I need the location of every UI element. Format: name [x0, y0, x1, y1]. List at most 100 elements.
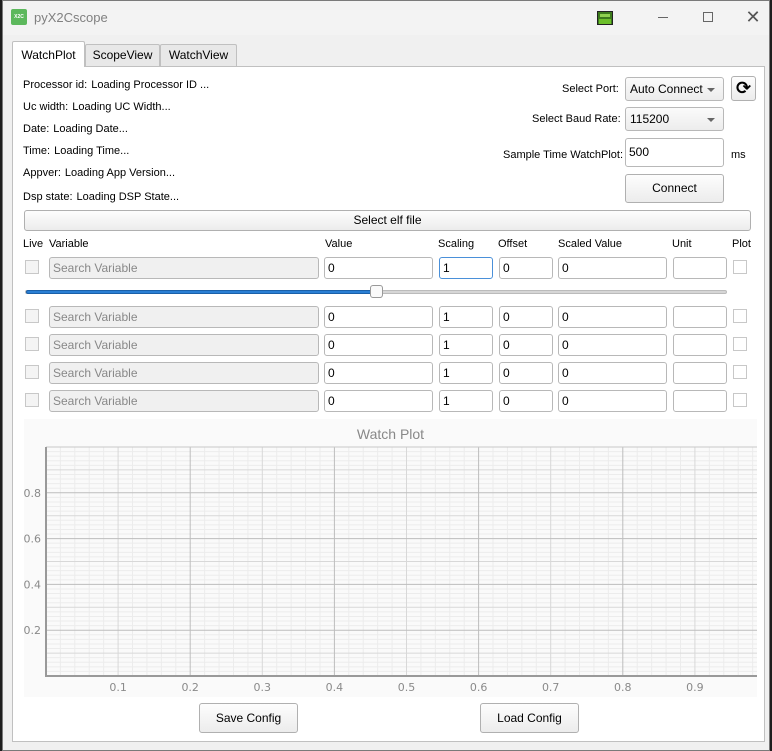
- y-tick-label: 0.4: [24, 578, 41, 591]
- x2c-board-icon[interactable]: [597, 11, 613, 25]
- dsp-state-value: Loading DSP State...: [76, 191, 180, 203]
- x-tick-label: 0.6: [470, 681, 488, 694]
- variable-search-input[interactable]: Search Variable: [49, 306, 319, 328]
- x2c-icon: X2C: [11, 9, 27, 25]
- x-tick-label: 0.2: [181, 681, 199, 694]
- processor-id-row: Processor id: Loading Processor ID ...: [23, 79, 209, 91]
- refresh-icon: ⟳: [735, 78, 752, 98]
- variable-search-input[interactable]: Search Variable: [49, 334, 319, 356]
- x-tick-label: 0.4: [326, 681, 344, 694]
- variable-search-input[interactable]: Search Variable: [49, 362, 319, 384]
- window-title: pyX2Cscope: [34, 10, 108, 25]
- maximize-button[interactable]: [688, 5, 728, 29]
- select-port-label: Select Port:: [562, 83, 619, 95]
- plot-checkbox[interactable]: [733, 393, 747, 407]
- scaled-value-input[interactable]: 0: [558, 257, 667, 279]
- scaled-value-input[interactable]: 0: [558, 390, 667, 412]
- header-unit: Unit: [672, 238, 692, 250]
- offset-input[interactable]: 0: [499, 306, 553, 328]
- time-label: Time:: [23, 145, 51, 157]
- live-checkbox[interactable]: [25, 365, 39, 379]
- chevron-down-icon: [707, 118, 715, 122]
- live-checkbox[interactable]: [25, 337, 39, 351]
- live-checkbox[interactable]: [25, 260, 39, 274]
- tab-watchplot[interactable]: WatchPlot: [12, 41, 85, 67]
- plot-canvas[interactable]: 0.1 0.2 0.3 0.4 0.5 0.6 0.7 0.8 0.9 0.2 0.4 0.6 0.8: [24, 419, 768, 697]
- value-input[interactable]: 0: [324, 334, 433, 356]
- connect-button[interactable]: Connect: [625, 174, 724, 203]
- y-tick-label: 0.6: [24, 533, 41, 546]
- app-window: X2C pyX2Cscope ✕ WatchPlot ScopeView Wat…: [2, 0, 770, 751]
- x-tick-label: 0.1: [109, 681, 127, 694]
- y-tick-label: 0.2: [24, 624, 41, 637]
- processor-id-value: Loading Processor ID ...: [91, 79, 210, 91]
- sample-time-input[interactable]: 500: [625, 138, 724, 167]
- close-button[interactable]: ✕: [733, 5, 772, 29]
- dsp-state-label: Dsp state:: [23, 191, 73, 203]
- sample-time-label: Sample Time WatchPlot:: [503, 149, 624, 161]
- live-checkbox[interactable]: [25, 309, 39, 323]
- x-tick-label: 0.8: [614, 681, 632, 694]
- unit-input[interactable]: [673, 257, 727, 279]
- header-live: Live: [23, 238, 44, 250]
- offset-input[interactable]: 0: [499, 334, 553, 356]
- value-input[interactable]: 0: [324, 257, 433, 279]
- variable-search-input[interactable]: Search Variable: [49, 390, 319, 412]
- unit-input[interactable]: [673, 362, 727, 384]
- unit-input[interactable]: [673, 334, 727, 356]
- plot-checkbox[interactable]: [733, 337, 747, 351]
- header-scaling: Scaling: [438, 238, 475, 250]
- time-row: Time: Loading Time...: [23, 145, 129, 157]
- value-input[interactable]: 0: [324, 390, 433, 412]
- scaling-input[interactable]: 1: [439, 334, 493, 356]
- scaled-value-input[interactable]: 0: [558, 362, 667, 384]
- processor-id-label: Processor id:: [23, 79, 88, 91]
- minimize-icon: [658, 16, 668, 18]
- port-select[interactable]: Auto Connect: [625, 77, 724, 101]
- plot-checkbox[interactable]: [733, 365, 747, 379]
- time-value: Loading Time...: [54, 145, 130, 157]
- scaling-input[interactable]: 1: [439, 390, 493, 412]
- tab-watchview[interactable]: WatchView: [160, 44, 237, 66]
- baud-rate-value: 115200: [630, 112, 670, 126]
- live-checkbox[interactable]: [25, 393, 39, 407]
- scaled-value-input[interactable]: 0: [558, 306, 667, 328]
- offset-input[interactable]: 0: [499, 390, 553, 412]
- refresh-button[interactable]: ⟳: [731, 76, 756, 101]
- save-config-button[interactable]: Save Config: [199, 703, 298, 733]
- baud-rate-select[interactable]: 115200: [625, 107, 724, 131]
- offset-input[interactable]: 0: [499, 257, 553, 279]
- scaling-input[interactable]: 1: [439, 257, 493, 279]
- watch-plot[interactable]: Watch Plot 0.1 0.2 0.3 0.4 0.5 0.6 0.7 0.8 0.9 0.…: [24, 419, 768, 697]
- date-value: Loading Date...: [53, 123, 128, 135]
- plot-checkbox[interactable]: [733, 309, 747, 323]
- x-tick-label: 0.9: [686, 681, 704, 694]
- x-tick-label: 0.7: [542, 681, 560, 694]
- load-config-button[interactable]: Load Config: [480, 703, 579, 733]
- scaling-input[interactable]: 1: [439, 306, 493, 328]
- value-input[interactable]: 0: [324, 306, 433, 328]
- appver-value: Loading App Version...: [64, 167, 176, 179]
- slider-handle[interactable]: [370, 285, 383, 298]
- unit-input[interactable]: [673, 306, 727, 328]
- x-tick-label: 0.3: [254, 681, 271, 694]
- uc-width-value: Loading UC Width...: [72, 101, 171, 113]
- minimize-button[interactable]: [643, 5, 683, 29]
- appver-label: Appver:: [23, 167, 61, 179]
- y-tick-label: 0.8: [24, 487, 41, 500]
- variable-search-input[interactable]: Search Variable: [49, 257, 319, 279]
- scaled-value-input[interactable]: 0: [558, 334, 667, 356]
- sample-time-unit: ms: [731, 149, 746, 161]
- chevron-down-icon: [707, 88, 715, 92]
- appver-row: Appver: Loading App Version...: [23, 167, 175, 179]
- tab-scopeview[interactable]: ScopeView: [85, 44, 160, 66]
- offset-input[interactable]: 0: [499, 362, 553, 384]
- header-variable: Variable: [49, 238, 89, 250]
- scaling-input[interactable]: 1: [439, 362, 493, 384]
- slider-fill: [26, 290, 377, 294]
- value-input[interactable]: 0: [324, 362, 433, 384]
- header-value: Value: [325, 238, 353, 250]
- plot-checkbox[interactable]: [733, 260, 747, 274]
- unit-input[interactable]: [673, 390, 727, 412]
- select-elf-file-button[interactable]: Select elf file: [24, 210, 751, 231]
